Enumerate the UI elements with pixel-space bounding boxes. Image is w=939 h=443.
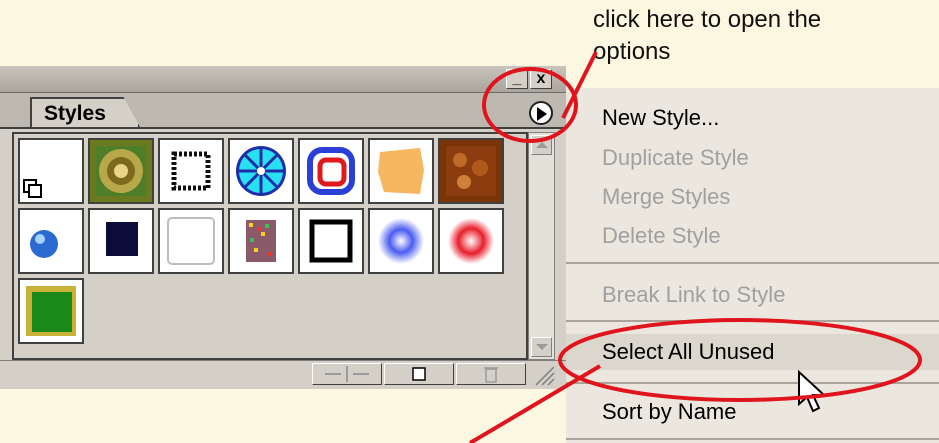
swatch-dark-navy-square[interactable] <box>88 208 154 274</box>
break-link-button[interactable] <box>312 363 382 385</box>
new-style-icon <box>412 367 426 381</box>
menu-item-duplicate-style-label: Duplicate Style <box>602 145 749 170</box>
panel-title-bar[interactable]: _ x <box>0 66 566 93</box>
chevron-up-icon <box>536 142 548 148</box>
swatch-torn-orange[interactable] <box>368 138 434 204</box>
swatch-black-brush-frame[interactable] <box>298 208 364 274</box>
menu-item-break-link-label: Break Link to Style <box>602 282 786 307</box>
swatch-red-glow[interactable] <box>438 208 504 274</box>
swatch-blue-sphere[interactable] <box>18 208 84 274</box>
menu-separator <box>566 320 939 322</box>
annotation-line-1: click here to open the <box>593 6 822 33</box>
menu-item-select-all-unused-label: Select All Unused <box>602 339 775 364</box>
close-button[interactable]: x <box>530 69 552 89</box>
trash-icon <box>484 367 498 383</box>
menu-item-delete-style-label: Delete Style <box>602 223 721 248</box>
menu-item-sort-by-name[interactable]: Sort by Name <box>602 398 737 426</box>
menu-item-new-style-label: New Style... <box>602 105 720 130</box>
resize-grip-icon[interactable] <box>530 361 556 387</box>
minimize-button[interactable]: _ <box>506 69 528 89</box>
menu-item-select-all-unused[interactable]: Select All Unused <box>602 338 774 366</box>
swatch-confetti[interactable] <box>228 208 294 274</box>
mouse-cursor-icon <box>798 370 827 413</box>
scroll-down-button[interactable] <box>531 337 552 357</box>
menu-separator <box>566 262 939 264</box>
panel-menu-button[interactable] <box>529 101 553 125</box>
menu-item-delete-style[interactable]: Delete Style <box>602 222 721 250</box>
menu-item-merge-styles-label: Merge Styles <box>602 184 731 209</box>
swatch-blue-red-rings[interactable] <box>298 138 364 204</box>
swatch-blue-glow[interactable] <box>368 208 434 274</box>
swatch-dotted-frame[interactable] <box>158 138 224 204</box>
annotation-line-2: options <box>593 38 671 65</box>
swatch-cyan-starburst[interactable] <box>228 138 294 204</box>
tab-styles[interactable]: Styles <box>30 97 140 127</box>
tab-styles-label: Styles <box>44 102 106 125</box>
menu-item-duplicate-style[interactable]: Duplicate Style <box>602 144 749 172</box>
menu-separator <box>566 438 939 440</box>
swatch-default-style[interactable] <box>18 138 84 204</box>
vertical-scrollbar[interactable] <box>528 132 555 360</box>
swatch-brown-mosaic[interactable] <box>438 138 504 204</box>
swatch-olive-rings[interactable] <box>88 138 154 204</box>
scroll-up-button[interactable] <box>531 135 552 155</box>
chevron-down-icon <box>536 344 548 350</box>
swatch-green-box[interactable] <box>18 278 84 344</box>
tab-row: Styles <box>0 93 566 129</box>
break-link-icon <box>325 366 369 382</box>
new-style-button[interactable] <box>384 363 454 385</box>
menu-item-merge-styles[interactable]: Merge Styles <box>602 183 730 211</box>
swatch-white-rounded[interactable] <box>158 208 224 274</box>
styles-panel: _ x Styles <box>0 66 566 389</box>
panel-bottom-bar <box>0 360 566 389</box>
triangle-right-icon <box>537 107 547 121</box>
styles-options-menu: New Style... Duplicate Style Merge Style… <box>566 88 939 443</box>
menu-item-break-link[interactable]: Break Link to Style <box>602 281 785 309</box>
annotation-text: click here to open the options <box>593 4 873 68</box>
menu-separator <box>566 382 939 384</box>
menu-item-sort-by-name-label: Sort by Name <box>602 399 737 424</box>
delete-style-button[interactable] <box>456 363 526 385</box>
menu-item-new-style[interactable]: New Style... <box>602 104 719 132</box>
minimize-icon: _ <box>512 70 522 87</box>
close-icon: x <box>536 70 546 87</box>
styles-grid <box>12 132 528 360</box>
